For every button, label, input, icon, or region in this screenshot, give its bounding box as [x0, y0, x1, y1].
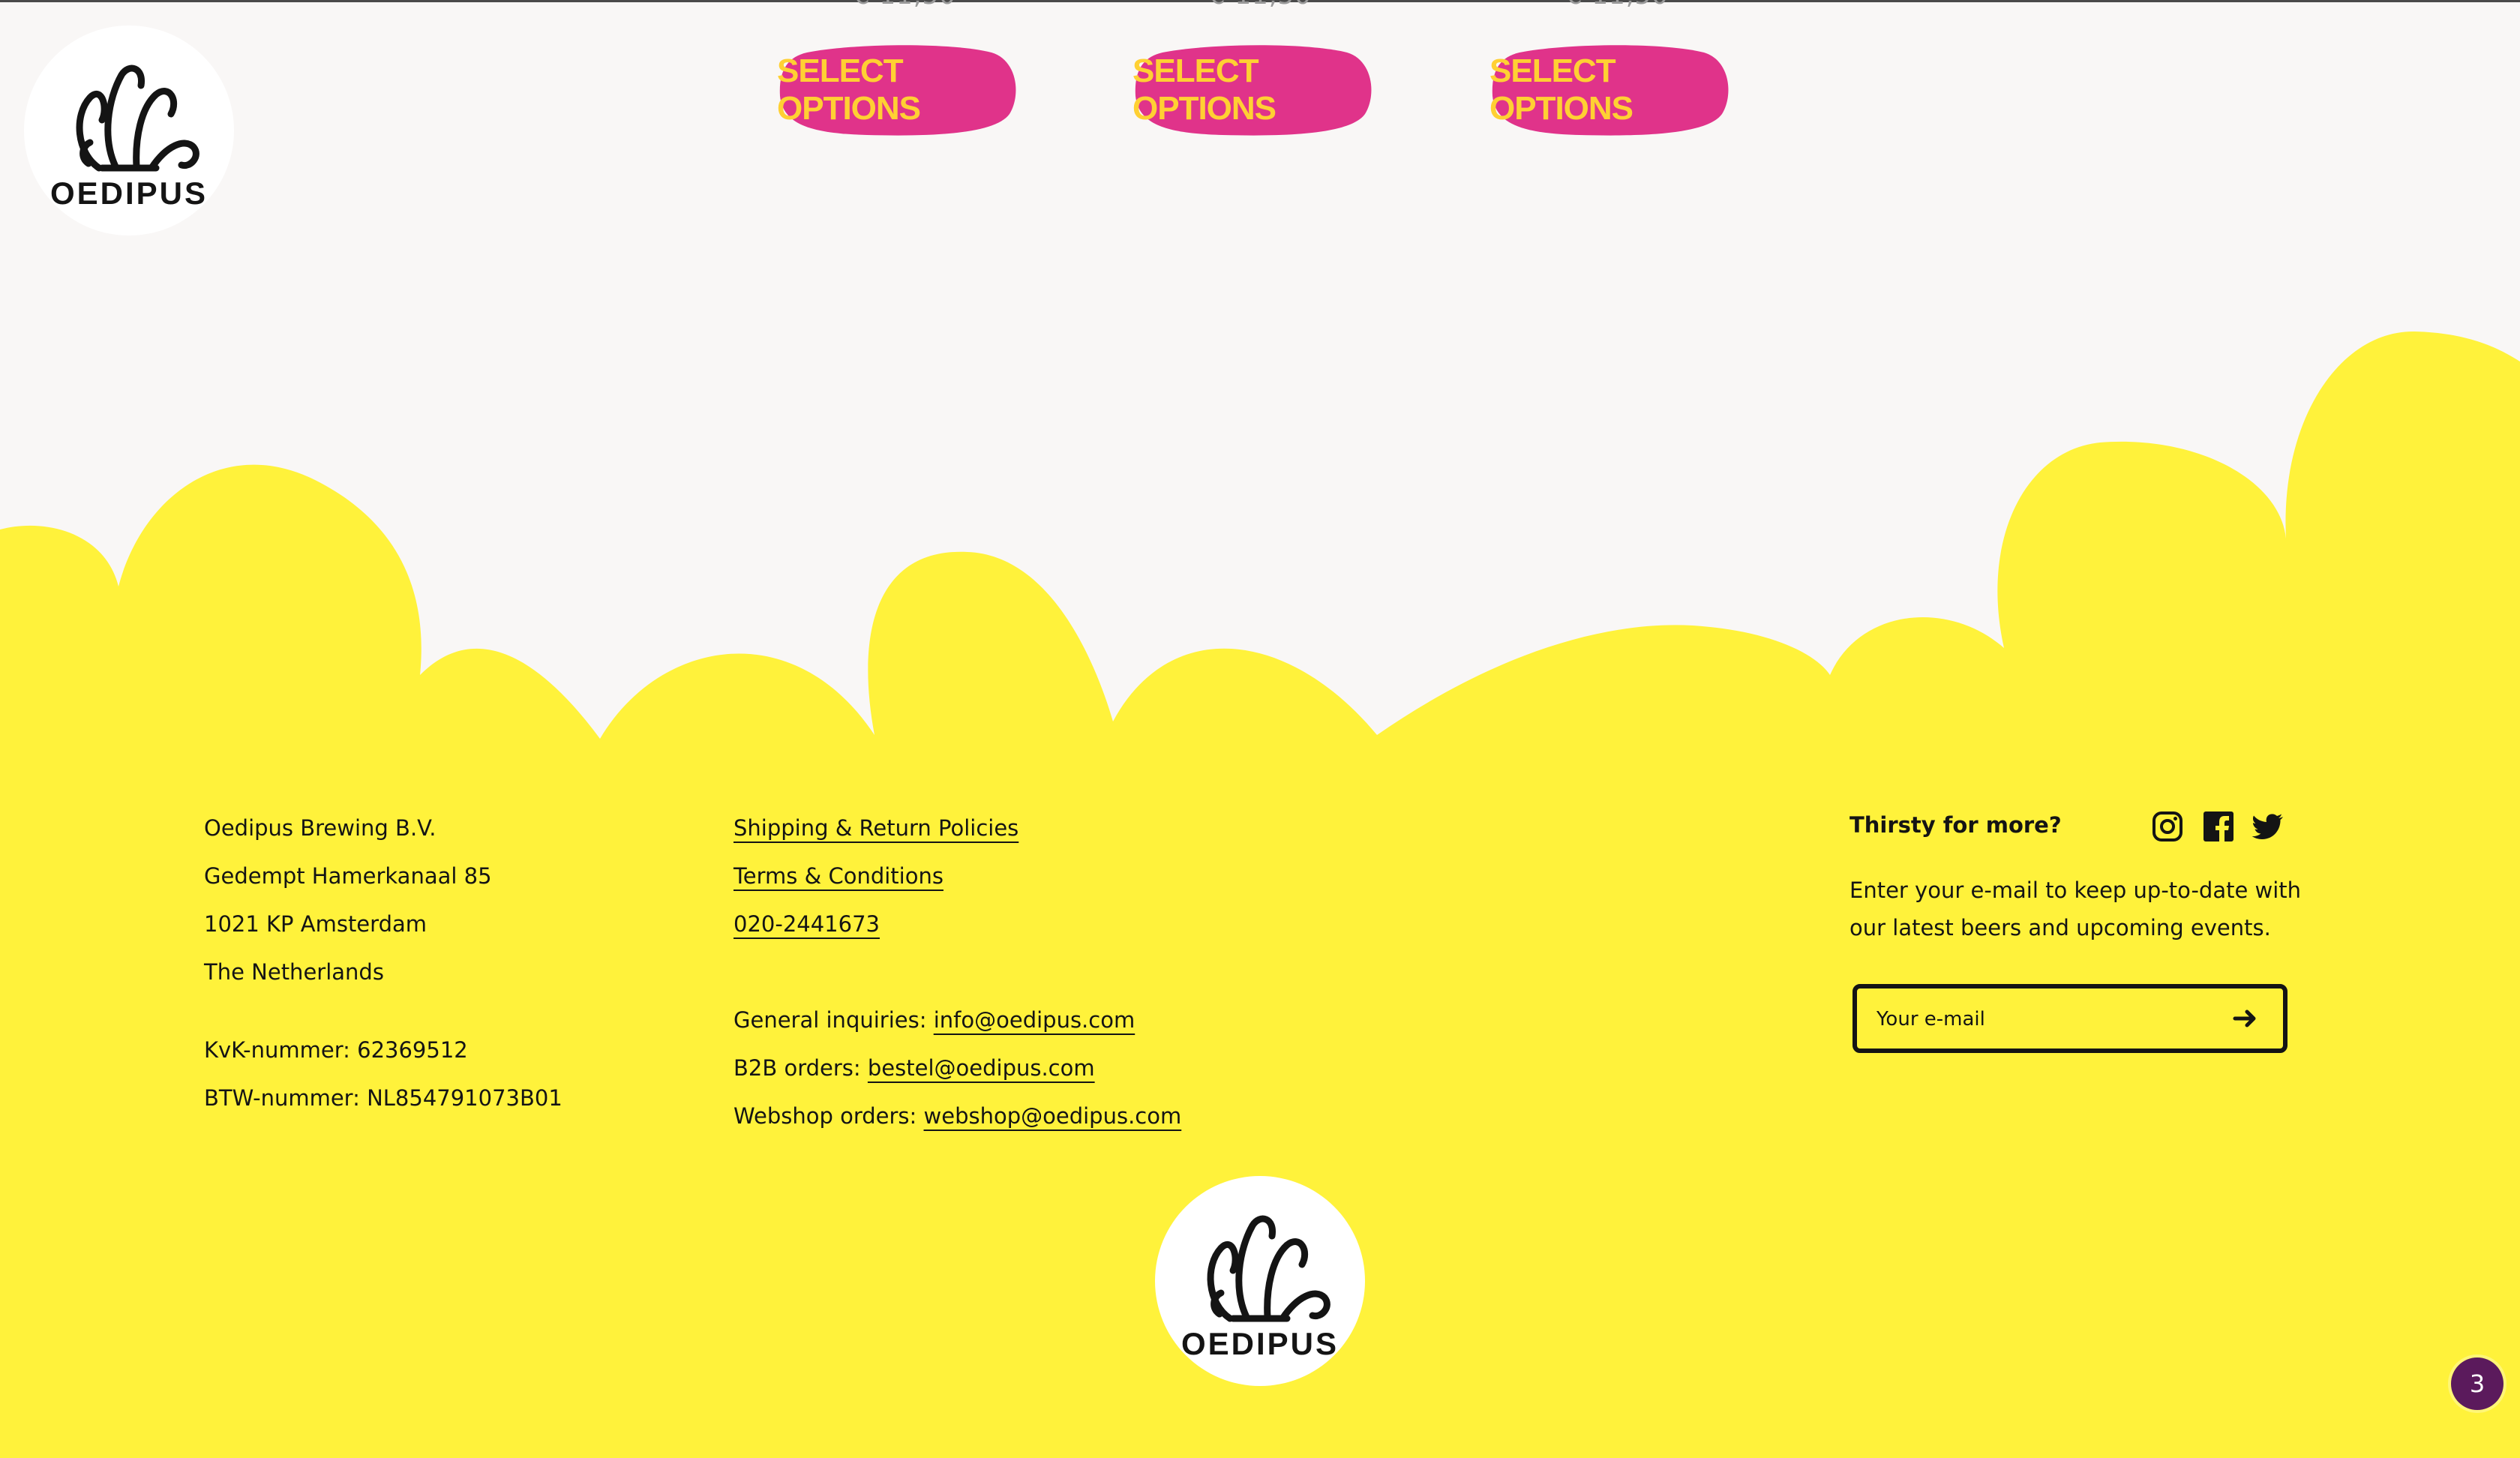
phone-link[interactable]: 020-2441673	[734, 911, 880, 937]
newsletter-description: Enter your e-mail to keep up-to-date wit…	[1850, 878, 2302, 940]
newsletter-form	[1852, 984, 2288, 1053]
b2b-email-link[interactable]: bestel@oedipus.com	[868, 1055, 1095, 1081]
company-city: 1021 KP Amsterdam	[204, 911, 427, 937]
newsletter-title: Thirsty for more?	[1850, 812, 2062, 838]
webshop-orders-label: Webshop orders:	[734, 1103, 917, 1129]
b2b-orders-label: B2B orders:	[734, 1055, 861, 1081]
general-inquiries-label: General inquiries:	[734, 1007, 927, 1033]
b2b-orders: B2B orders: bestel@oedipus.com	[734, 1044, 1181, 1092]
terms-link[interactable]: Terms & Conditions	[734, 863, 944, 889]
notification-badge[interactable]: 3	[2451, 1358, 2504, 1410]
general-email-link[interactable]: info@oedipus.com	[934, 1007, 1136, 1033]
submit-arrow-icon[interactable]	[2230, 1004, 2260, 1034]
email-input[interactable]	[1875, 988, 2208, 1050]
webshop-orders: Webshop orders: webshop@oedipus.com	[734, 1092, 1181, 1140]
instagram-icon[interactable]	[2151, 810, 2184, 843]
footer-logo[interactable]: OEDIPUS	[1155, 1176, 1365, 1386]
general-inquiries: General inquiries: info@oedipus.com	[734, 996, 1181, 1044]
shipping-policy-link[interactable]: Shipping & Return Policies	[734, 815, 1018, 841]
btw-number: BTW-nummer: NL854791073B01	[204, 1085, 562, 1111]
oedipus-logo-icon: OEDIPUS	[1155, 1176, 1365, 1386]
facebook-icon[interactable]	[2202, 810, 2235, 843]
company-info: Oedipus Brewing B.V. Gedempt Hamerkanaal…	[204, 804, 562, 1122]
logo-wordmark: OEDIPUS	[1181, 1326, 1339, 1361]
twitter-icon[interactable]	[2252, 810, 2284, 843]
footer-links: Shipping & Return Policies Terms & Condi…	[734, 804, 1181, 1140]
webshop-email-link[interactable]: webshop@oedipus.com	[924, 1103, 1182, 1129]
company-name: Oedipus Brewing B.V.	[204, 815, 436, 841]
company-country: The Netherlands	[204, 959, 384, 985]
company-street: Gedempt Hamerkanaal 85	[204, 863, 492, 889]
kvk-number: KvK-nummer: 62369512	[204, 1037, 468, 1063]
